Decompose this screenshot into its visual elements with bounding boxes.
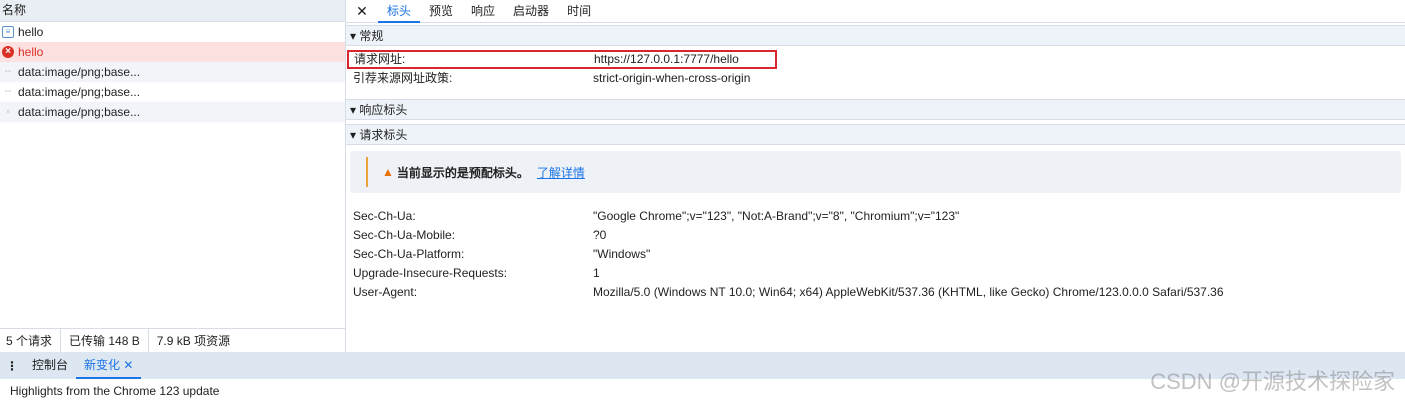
section-general[interactable]: ▾ 常规: [346, 25, 1405, 46]
request-row[interactable]: -- data:image/png;base...: [0, 82, 345, 102]
learn-more-link[interactable]: 了解详情: [537, 164, 585, 181]
close-icon[interactable]: ✕: [346, 3, 378, 20]
warning-icon: ▲: [382, 165, 394, 179]
document-icon: ≡: [2, 26, 14, 38]
close-icon[interactable]: ✕: [123, 358, 133, 372]
whats-new-content: Highlights from the Chrome 123 update: [10, 384, 220, 398]
request-url-row: 请求网址: https://127.0.0.1:7777/hello: [347, 50, 777, 69]
tab-preview[interactable]: 预览: [420, 0, 462, 23]
details-panel: ✕ 标头 预览 响应 启动器 时间 ▾ 常规 请求网址: https://127.…: [346, 0, 1405, 352]
tab-timing[interactable]: 时间: [558, 0, 600, 23]
tab-whats-new[interactable]: 新变化 ✕: [76, 352, 142, 379]
section-response-headers[interactable]: ▾ 响应标头: [346, 99, 1405, 120]
request-count: 5 个请求: [6, 329, 62, 352]
transferred: 已传输 148 B: [69, 329, 149, 352]
more-menu-icon[interactable]: ⋮: [0, 359, 24, 373]
request-list-panel: 名称 ≡ hello × hello -- data:image/png;base..…: [0, 0, 346, 352]
request-row[interactable]: ≡ hello: [0, 22, 345, 42]
error-icon: ×: [2, 46, 14, 58]
header-row: Sec-Ch-Ua-Mobile: ?0: [353, 228, 607, 242]
section-request-headers[interactable]: ▾ 请求标头: [346, 124, 1405, 145]
dash-icon: --: [4, 86, 12, 97]
tab-headers[interactable]: 标头: [378, 0, 421, 23]
header-row: Upgrade-Insecure-Requests: 1: [353, 266, 600, 280]
provisional-headers-warning: ▲ 当前显示的是预配标头。 了解详情: [350, 151, 1401, 193]
image-icon: ▫: [6, 107, 10, 116]
request-row[interactable]: -- data:image/png;base...: [0, 62, 345, 82]
request-row[interactable]: ▫ data:image/png;base...: [0, 102, 345, 122]
referrer-policy-row: 引荐来源网址政策: strict-origin-when-cross-origin: [353, 71, 751, 85]
status-bar: 5 个请求 已传输 148 B 7.9 kB 项资源: [0, 328, 345, 352]
request-row[interactable]: × hello: [0, 42, 345, 62]
header-row: Sec-Ch-Ua-Platform: "Windows": [353, 247, 651, 261]
tab-response[interactable]: 响应: [462, 0, 504, 23]
header-row: Sec-Ch-Ua: "Google Chrome";v="123", "Not:…: [353, 209, 960, 223]
header-row: User-Agent: Mozilla/5.0 (Windows NT 10.0;…: [353, 285, 1224, 299]
resources: 7.9 kB 项资源: [156, 334, 231, 348]
watermark: CSDN @开源技术探险家: [1150, 369, 1395, 394]
tab-console[interactable]: 控制台: [24, 352, 76, 379]
tab-initiator[interactable]: 启动器: [504, 0, 558, 23]
details-tabs: ✕ 标头 预览 响应 启动器 时间: [346, 0, 1405, 23]
dash-icon: --: [4, 66, 12, 77]
name-column-header[interactable]: 名称: [0, 0, 345, 22]
